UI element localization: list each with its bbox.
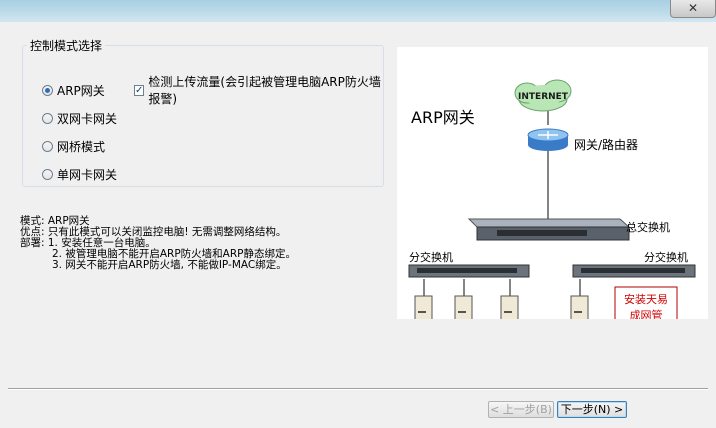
radio-button[interactable] — [42, 168, 53, 180]
radio-label: 单网卡网关 — [57, 167, 118, 182]
left-switch-icon — [408, 264, 530, 278]
checkbox-check-icon[interactable]: ✓ — [134, 84, 145, 96]
close-icon: ✕ — [687, 1, 699, 15]
radio-button[interactable] — [42, 112, 53, 124]
radio-bridge-mode[interactable]: 网桥模式 — [42, 138, 105, 154]
checkbox-label: 检测上传流量(会引起被管理电脑ARP防火墙报警) — [148, 75, 381, 106]
router-label: 网关/路由器 — [574, 137, 638, 152]
radio-button[interactable] — [42, 140, 53, 152]
deploy-step-3: 3. 网关不能开启ARP防火墙, 不能做IP-MAC绑定。 — [52, 259, 287, 271]
control-mode-group: 控制模式选择 ARP网关 双网卡网关 网桥模式 单网卡网关 ✓ 检测上传流量(会… — [22, 37, 384, 187]
right-switch-label: 分交换机 — [644, 250, 688, 264]
radio-single-nic-gateway[interactable]: 单网卡网关 — [42, 166, 117, 182]
right-switch-icon — [572, 264, 696, 278]
left-switch-label: 分交换机 — [409, 250, 453, 264]
radio-label: 双网卡网关 — [57, 111, 118, 126]
detect-upload-checkbox[interactable]: ✓ 检测上传流量(会引起被管理电脑ARP防火墙报警) — [134, 75, 383, 106]
network-diagram: ARP网关 INTERNET 网关/路由器 总交换机 分交换机 分交换机 安装天… — [397, 47, 708, 328]
close-button[interactable]: ✕ — [670, 0, 716, 18]
wizard-page: 控制模式选择 ARP网关 双网卡网关 网桥模式 单网卡网关 ✓ 检测上传流量(会… — [0, 22, 716, 428]
router-icon — [527, 128, 569, 151]
install-note-line2: 成网管 — [630, 308, 663, 319]
radio-label: 网桥模式 — [57, 139, 106, 154]
internet-label: INTERNET — [518, 92, 569, 102]
footer-divider — [8, 388, 708, 390]
core-switch-icon — [467, 218, 631, 241]
core-switch-label: 总交换机 — [626, 220, 670, 234]
prev-button[interactable]: < 上一步(B) — [488, 401, 554, 418]
diagram-title: ARP网关 — [411, 108, 475, 127]
pc-icon — [414, 295, 589, 322]
install-note-line1: 安装天易 — [624, 292, 668, 306]
control-mode-title: 控制模式选择 — [30, 39, 103, 53]
radio-dual-nic-gateway[interactable]: 双网卡网关 — [42, 110, 117, 126]
radio-arp-gateway[interactable]: ARP网关 — [42, 82, 105, 98]
radio-button[interactable] — [42, 84, 53, 96]
radio-label: ARP网关 — [57, 83, 105, 98]
title-bar: ✕ — [0, 0, 716, 22]
next-button[interactable]: 下一步(N) > — [557, 401, 627, 418]
